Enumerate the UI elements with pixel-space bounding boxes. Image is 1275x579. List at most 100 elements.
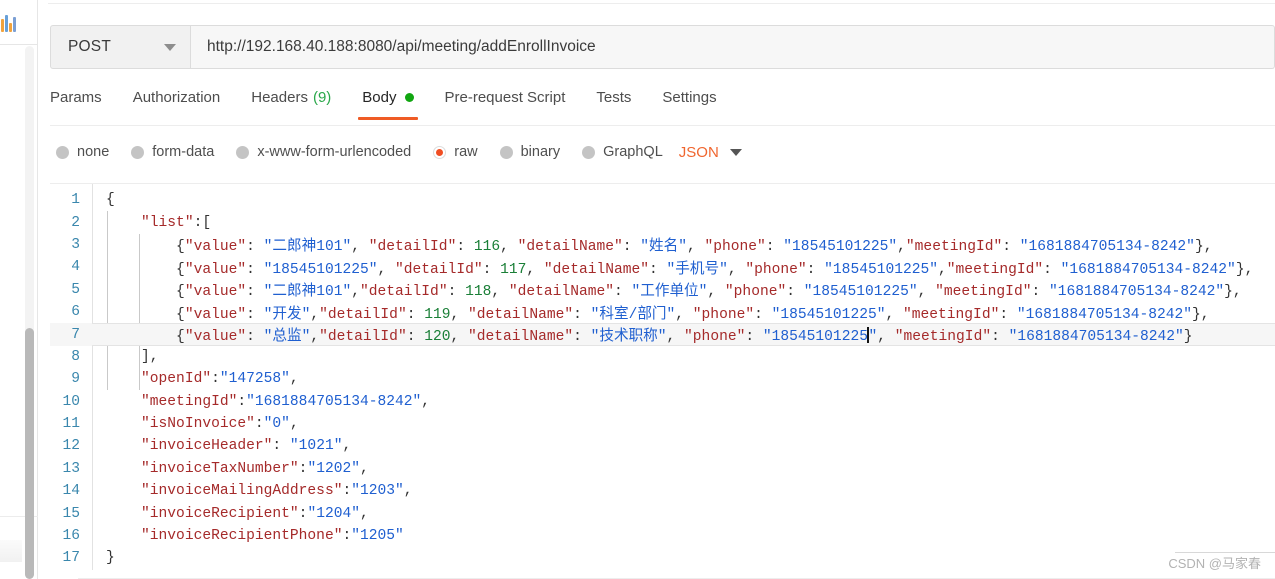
token-str: "0" [263,416,290,433]
token-str: "1204" [307,505,360,522]
token-pun: : [406,329,425,346]
body-type-radio-form-data[interactable]: form-data [131,144,214,160]
token-pun: }, [1224,284,1242,301]
line-number: 4 [71,259,80,276]
token-pun: : [272,438,290,455]
token-key: "phone" [684,329,746,346]
body-format-select[interactable]: JSON [679,144,742,161]
code-line[interactable]: 9 "openId":"147258", [50,368,1275,390]
token-key: "invoiceMailingAddress" [141,483,343,500]
line-number: 3 [71,236,80,253]
tab-label: Body [362,89,397,106]
code-line[interactable]: 17} [50,547,1275,569]
request-pane: POST http://192.168.40.188:8080/api/meet… [39,0,1275,579]
code-line[interactable]: 11 "isNoInvoice":"0", [50,413,1275,435]
body-type-radio-none[interactable]: none [56,144,109,160]
code-line[interactable]: 14 "invoiceMailingAddress":"1203", [50,480,1275,502]
token-key: "value" [184,329,247,346]
body-type-radio-graphql[interactable]: GraphQL [582,144,663,160]
token-pun: : [211,371,220,388]
token-str: "18545101225" [263,261,378,278]
line-number: 12 [62,438,80,455]
body-type-options: none form-data x-www-form-urlencoded raw bin… [56,140,742,164]
token-str: "1681884705134-8242" [1060,261,1236,278]
token-pun [106,528,141,544]
token-pun: , [359,505,369,522]
token-key: "detailName" [517,239,623,256]
tab-headers[interactable]: Headers (9) [251,86,331,120]
token-pun: }, [1192,306,1210,323]
token-str: "1021" [289,438,343,455]
token-str: " [868,329,878,346]
code-line[interactable]: 4 {"value": "18545101225", "detailId": 1… [50,256,1275,278]
url-input[interactable]: http://192.168.40.188:8080/api/meeting/a… [191,25,1275,69]
code-line[interactable]: 3 {"value": "二郎神101", "detailId": 116, "… [50,234,1275,256]
token-pun: , [686,239,705,256]
code-line[interactable]: 2 "list":[ [50,211,1275,233]
body-type-radio-binary[interactable]: binary [499,144,561,160]
line-number: 11 [62,416,80,433]
code-line[interactable]: 13 "invoiceTaxNumber":"1202", [50,458,1275,480]
vertical-scrollbar-thumb[interactable] [25,328,34,579]
token-pun: { [106,239,185,256]
code-line-text: "invoiceMailingAddress":"1203", [92,483,413,499]
http-method-select[interactable]: POST [50,25,191,69]
sidebar-card-fragment [0,540,22,562]
token-pun: : [1002,239,1020,256]
token-pun [106,394,141,410]
token-pun: , [727,261,746,278]
token-key: "detailId" [319,329,407,346]
token-pun [106,215,141,231]
code-line-text: {"value": "开发","detailId": 119, "detailN… [92,302,1210,323]
body-type-radio-raw[interactable]: raw [433,144,478,160]
token-pun: : [999,306,1017,323]
code-line[interactable]: 8 ], [50,346,1275,368]
token-key: "invoiceHeader" [141,438,273,455]
token-num: 116 [473,239,501,256]
token-pun: , [500,239,518,256]
chevron-down-icon [729,148,742,156]
code-line-text: } [92,550,115,566]
token-str: "总监" [263,329,311,346]
tab-tests[interactable]: Tests [596,86,631,120]
token-str: "二郎神101" [263,284,352,301]
token-pun: }, [1194,239,1213,256]
code-line[interactable]: 10 "meetingId":"1681884705134-8242", [50,391,1275,413]
token-key: "phone" [704,239,766,256]
token-pun: : [806,261,825,278]
body-type-label: GraphQL [603,144,663,160]
code-line[interactable]: 16 "invoiceRecipientPhone":"1205" [50,525,1275,547]
code-line[interactable]: 15 "invoiceRecipient":"1204", [50,502,1275,524]
line-number: 16 [62,528,80,545]
raw-body-editor[interactable]: 1{2 "list":[3 {"value": "二郎神101", "detai… [50,183,1275,579]
token-pun [106,461,141,477]
body-type-label: binary [520,144,561,160]
code-line[interactable]: 12 "invoiceHeader": "1021", [50,435,1275,457]
token-pun: : [754,306,772,323]
token-pun: { [106,306,185,323]
token-pun: , [450,306,469,323]
token-key: "detailId" [319,306,407,323]
code-line-text: ], [92,349,159,365]
tab-pre-request-script[interactable]: Pre-request Script [445,86,566,120]
tab-settings[interactable]: Settings [662,86,716,120]
token-pun: : [1031,284,1049,301]
code-line[interactable]: 1{ [50,189,1275,211]
body-type-radio-x-www-form-urlencoded[interactable]: x-www-form-urlencoded [236,144,411,160]
radio-icon [499,145,513,159]
code-line-text: "openId":"147258", [92,371,299,387]
token-pun: , [351,284,360,301]
tab-authorization[interactable]: Authorization [133,86,221,120]
code-line[interactable]: 5 {"value": "二郎神101","detailId": 118, "d… [50,279,1275,301]
tab-body[interactable]: Body [358,86,418,120]
code-line[interactable]: 6 {"value": "开发","detailId": 119, "detai… [50,301,1275,323]
line-number: 14 [62,483,80,500]
token-key: "detailId" [368,239,457,256]
token-key: "invoiceRecipient" [141,505,299,522]
line-number: 17 [62,550,80,567]
code-line-active[interactable]: 7 {"value": "总监","detailId": 120, "detai… [50,323,1275,347]
token-pun: : [406,306,425,323]
tab-params[interactable]: Params [50,86,102,120]
left-panel-sliver [0,0,38,579]
radio-icon [236,145,250,159]
